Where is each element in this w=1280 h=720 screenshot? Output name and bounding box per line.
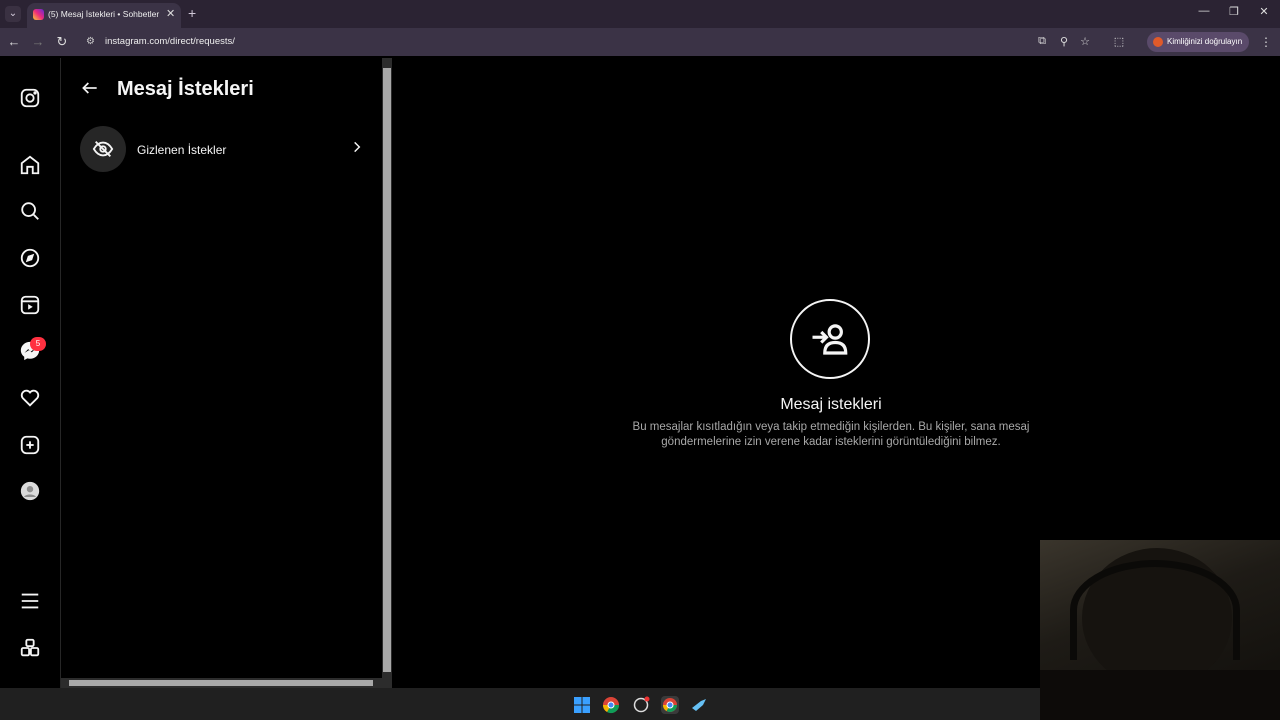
minimize-icon[interactable]: — — [1194, 5, 1214, 17]
site-info-icon[interactable]: ⚙ — [86, 36, 95, 47]
verify-identity-button[interactable]: Kimliğinizi doğrulayın — [1147, 32, 1249, 52]
windows-start-icon[interactable] — [573, 696, 591, 714]
zoom-icon[interactable]: ⚲ — [1056, 35, 1072, 48]
search-icon[interactable] — [18, 199, 42, 223]
list-vertical-scrollbar[interactable] — [382, 58, 392, 688]
hidden-requests-row[interactable]: Gizlenen İstekler — [80, 126, 370, 174]
headphones — [1070, 560, 1240, 660]
restore-icon[interactable]: ❐ — [1224, 5, 1244, 18]
address-bar[interactable]: instagram.com/direct/requests/ — [105, 36, 235, 47]
reels-icon[interactable] — [18, 293, 42, 317]
create-plus-icon[interactable] — [18, 433, 42, 457]
verify-identity-label: Kimliğinizi doğrulayın — [1167, 37, 1243, 46]
hidden-requests-label: Gizlenen İstekler — [137, 143, 227, 157]
chevron-right-icon — [350, 140, 364, 159]
instagram-sidebar: 5 — [0, 58, 61, 688]
hidden-eye-icon — [80, 126, 126, 172]
reload-icon[interactable]: ↻ — [53, 34, 71, 50]
new-tab-icon[interactable]: + — [188, 5, 196, 21]
install-app-icon[interactable]: ⧉ — [1034, 35, 1050, 48]
more-menu-icon[interactable] — [18, 589, 42, 613]
extensions-icon[interactable]: ⬚ — [1111, 35, 1127, 48]
page-title: Mesaj İstekleri — [117, 78, 254, 100]
explore-compass-icon[interactable] — [18, 246, 42, 270]
home-icon[interactable] — [18, 153, 42, 177]
tab-title: (5) Mesaj İstekleri • Sohbetler — [48, 9, 160, 19]
app-icon[interactable] — [632, 696, 650, 714]
back-arrow-icon[interactable] — [80, 78, 100, 103]
messages-badge: 5 — [30, 337, 46, 351]
scrollbar-thumb[interactable] — [69, 680, 373, 686]
scrollbar-thumb[interactable] — [383, 68, 391, 672]
empty-state-description: Bu mesajlar kısıtladığın veya takip etme… — [632, 421, 1030, 448]
window-close-icon[interactable]: ✕ — [1254, 5, 1274, 18]
instagram-favicon-icon — [33, 9, 44, 20]
webcam-overlay — [1040, 540, 1280, 720]
chrome-active-icon[interactable] — [661, 696, 679, 714]
browser-toolbar: ← → ↻ ⚙ instagram.com/direct/requests/ ⧉… — [0, 28, 1280, 56]
tab-close-icon[interactable]: ✕ — [166, 7, 175, 20]
back-icon[interactable]: ← — [5, 34, 23, 49]
bookmark-star-icon[interactable]: ☆ — [1077, 35, 1093, 48]
tab-search-icon[interactable]: ⌄ — [5, 6, 21, 22]
requests-list-panel: Mesaj İstekleri Gizlenen İstekler — [62, 58, 382, 688]
list-horizontal-scrollbar[interactable] — [61, 678, 382, 688]
steam-icon[interactable] — [690, 696, 708, 714]
browser-menu-icon[interactable]: ⋮ — [1260, 35, 1272, 49]
browser-tabbar: ⌄ (5) Mesaj İstekleri • Sohbetler ✕ + — … — [0, 0, 1280, 28]
also-from-meta-icon[interactable] — [18, 636, 42, 660]
browser-tab[interactable]: (5) Mesaj İstekleri • Sohbetler ✕ — [27, 3, 181, 28]
chrome-icon[interactable] — [602, 696, 620, 714]
notifications-heart-icon[interactable] — [18, 386, 42, 410]
empty-state-title: Mesaj istekleri — [780, 396, 882, 413]
forward-icon[interactable]: → — [29, 34, 47, 49]
profile-icon — [1153, 37, 1163, 47]
profile-avatar-icon[interactable] — [18, 479, 42, 503]
webcam-shoulders — [1040, 670, 1280, 720]
instagram-logo-icon[interactable] — [18, 86, 42, 110]
message-requests-icon — [790, 299, 870, 379]
